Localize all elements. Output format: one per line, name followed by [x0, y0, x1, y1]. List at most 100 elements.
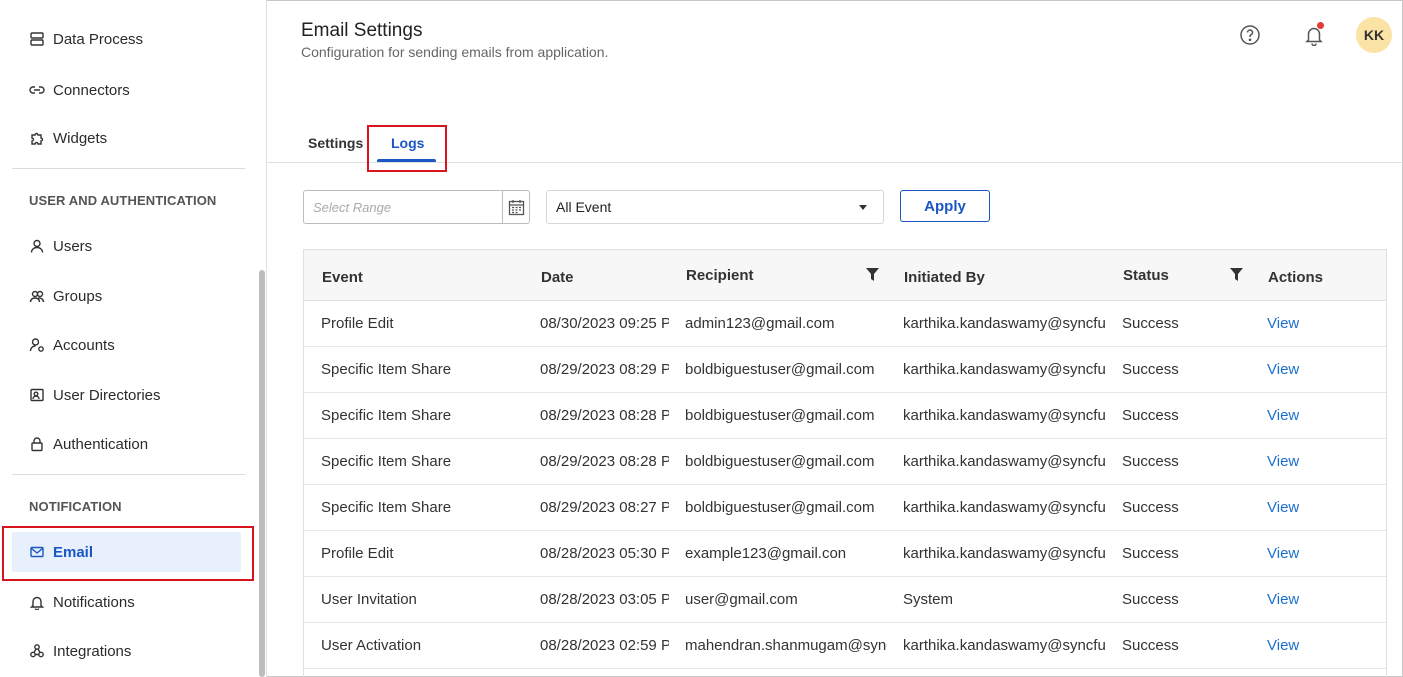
page-title: Email Settings	[301, 20, 423, 41]
table-row[interactable]: User Invitation 08/28/2023 03:05 PM user@g…	[304, 577, 1386, 623]
sidebar-scrollbar[interactable]	[259, 270, 265, 677]
page-subtitle: Configuration for sending emails from ap…	[301, 44, 609, 60]
directory-icon	[28, 387, 45, 404]
sidebar-item-users[interactable]: Users	[12, 226, 241, 266]
sidebar-item-label: Authentication	[53, 435, 149, 453]
table-row[interactable]: Profile Edit 08/28/2023 05:30 PM example12…	[304, 531, 1386, 577]
cell-status: Success	[1122, 499, 1179, 516]
view-link[interactable]: View	[1267, 361, 1299, 378]
view-link[interactable]: View	[1267, 453, 1299, 470]
tab-settings[interactable]: Settings	[308, 135, 363, 151]
account-icon	[28, 337, 45, 354]
apply-button[interactable]: Apply	[900, 190, 990, 222]
cell-date: 08/28/2023 03:05 PM	[540, 591, 669, 608]
help-icon	[1240, 25, 1260, 45]
cell-date: 08/29/2023 08:28 PM	[540, 453, 669, 470]
column-header-actions: Actions	[1268, 269, 1324, 286]
cell-date: 08/29/2023 08:29 PM	[540, 361, 669, 378]
view-link[interactable]: View	[1267, 407, 1299, 424]
lock-icon	[28, 436, 45, 453]
sidebar-section-user: USER AND AUTHENTICATION	[29, 193, 217, 208]
sidebar-item-data-process[interactable]: Data Process	[12, 19, 241, 59]
help-button[interactable]	[1237, 22, 1263, 48]
sidebar-item-user-directories[interactable]: User Directories	[12, 375, 241, 415]
cell-date: 08/30/2023 09:25 PM	[540, 315, 669, 332]
table-row[interactable]: User Activation 08/28/2023 02:59 PM mahend…	[304, 623, 1386, 669]
column-header-recipient[interactable]: Recipient	[686, 267, 754, 284]
column-header-status[interactable]: Status	[1123, 267, 1169, 284]
cell-event: Specific Item Share	[321, 407, 452, 424]
cell-recipient: admin123@gmail.com	[685, 315, 835, 332]
sidebar-item-notifications[interactable]: Notifications	[12, 582, 241, 622]
event-select-value: All Event	[556, 199, 612, 215]
date-range-input[interactable]	[304, 191, 502, 223]
sidebar-item-widgets[interactable]: Widgets	[12, 118, 241, 158]
cell-initiated-by: System	[903, 591, 954, 608]
sidebar-item-label: Data Process	[53, 30, 144, 48]
view-link[interactable]: View	[1267, 591, 1299, 608]
table-row[interactable]: Specific Item Share 08/29/2023 08:27 PM bo…	[304, 485, 1386, 531]
event-select[interactable]: All Event	[546, 190, 884, 224]
cell-initiated-by: karthika.kandaswamy@syncfusion.com	[903, 499, 1105, 516]
bell-icon	[28, 594, 45, 611]
sidebar-section-notification: NOTIFICATION	[29, 499, 122, 514]
calendar-button[interactable]	[502, 191, 529, 223]
sidebar-divider	[12, 474, 245, 475]
sidebar-item-label: Integrations	[53, 642, 132, 660]
cell-initiated-by: karthika.kandaswamy@syncfusion.com	[903, 637, 1105, 654]
view-link[interactable]: View	[1267, 545, 1299, 562]
cell-initiated-by: karthika.kandaswamy@syncfusion.com	[903, 407, 1105, 424]
cell-date: 08/28/2023 05:30 PM	[540, 545, 669, 562]
table-row[interactable]: Specific Item Share 08/29/2023 08:29 PM bo…	[304, 347, 1386, 393]
cell-status: Success	[1122, 637, 1179, 654]
view-link[interactable]: View	[1267, 499, 1299, 516]
avatar[interactable]: KK	[1356, 17, 1392, 53]
cell-event: Profile Edit	[321, 315, 394, 332]
cell-recipient: boldbiguestuser@gmail.com	[685, 407, 875, 424]
column-header-event[interactable]: Event	[322, 269, 363, 286]
view-link[interactable]: View	[1267, 315, 1299, 332]
cell-initiated-by: karthika.kandaswamy@syncfusion.com	[903, 315, 1105, 332]
cell-event: User Invitation	[321, 591, 417, 608]
group-icon	[28, 288, 45, 305]
cell-event: Specific Item Share	[321, 453, 452, 470]
cell-event: User Activation	[321, 637, 422, 654]
view-link[interactable]: View	[1267, 637, 1299, 654]
table-row[interactable]: Specific Item Share 08/29/2023 08:28 PM bo…	[304, 439, 1386, 485]
sidebar-item-groups[interactable]: Groups	[12, 276, 241, 316]
table-row[interactable]: Profile Edit 08/30/2023 09:25 PM admin123@…	[304, 301, 1386, 347]
status-filter-icon[interactable]	[1230, 268, 1243, 282]
cell-initiated-by: karthika.kandaswamy@syncfusion.com	[903, 453, 1105, 470]
database-icon	[28, 31, 45, 48]
column-header-initiated-by[interactable]: Initiated By	[904, 269, 985, 286]
sidebar-divider	[12, 168, 245, 169]
sidebar-item-label: Users	[53, 237, 93, 255]
column-header-date[interactable]: Date	[541, 269, 574, 286]
cell-initiated-by: karthika.kandaswamy@syncfusion.com	[903, 361, 1105, 378]
notifications-button[interactable]	[1301, 22, 1327, 48]
notification-dot	[1317, 22, 1324, 29]
cell-recipient: boldbiguestuser@gmail.com	[685, 499, 875, 516]
sidebar-item-accounts[interactable]: Accounts	[12, 325, 241, 365]
sidebar-item-authentication[interactable]: Authentication	[12, 424, 241, 464]
sidebar-item-label: Accounts	[53, 336, 115, 354]
sidebar-item-integrations[interactable]: Integrations	[12, 631, 241, 671]
cell-status: Success	[1122, 591, 1179, 608]
sidebar-item-label: User Directories	[53, 386, 161, 404]
cell-status: Success	[1122, 453, 1179, 470]
cell-status: Success	[1122, 407, 1179, 424]
cell-date: 08/28/2023 02:59 PM	[540, 637, 669, 654]
cell-recipient: boldbiguestuser@gmail.com	[685, 361, 875, 378]
date-range-picker[interactable]	[303, 190, 530, 224]
table-row[interactable]: Specific Item Share 08/29/2023 08:28 PM bo…	[304, 393, 1386, 439]
cell-date: 08/29/2023 08:27 PM	[540, 499, 669, 516]
user-icon	[28, 238, 45, 255]
puzzle-icon	[28, 130, 45, 147]
recipient-filter-icon[interactable]	[866, 268, 879, 282]
sidebar-item-label: Groups	[53, 287, 103, 305]
cell-event: Specific Item Share	[321, 361, 452, 378]
sidebar-item-connectors[interactable]: Connectors	[12, 70, 241, 110]
chevron-down-icon	[859, 205, 867, 210]
cell-status: Success	[1122, 361, 1179, 378]
table-header: Event Date Recipient Initiated By Status…	[304, 250, 1386, 301]
